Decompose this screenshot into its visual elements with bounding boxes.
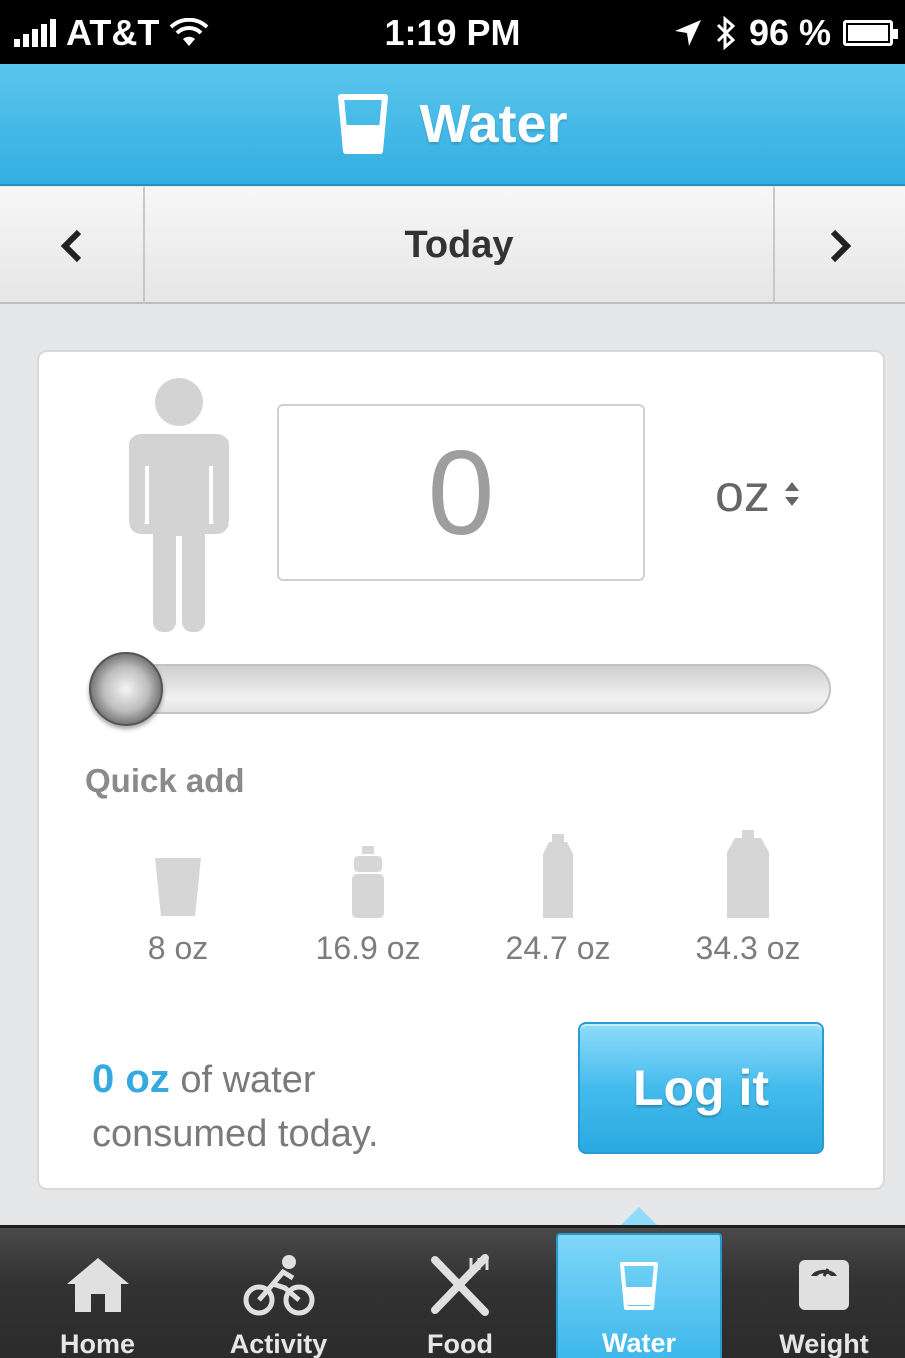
battery-percent: 96 %	[748, 12, 831, 53]
unit-selector[interactable]: oz	[715, 464, 802, 524]
sport-bottle-icon	[352, 846, 384, 918]
status-bar: AT&T 1:19 PM 96 %	[0, 0, 905, 64]
page-title: Water	[419, 94, 568, 154]
water-glass-icon	[338, 94, 389, 154]
cup-icon	[155, 858, 201, 916]
tab-bar: Home Activity Food Water Weight	[0, 1225, 905, 1358]
quick-add-16-9oz[interactable]: 16.9 oz	[273, 830, 463, 970]
next-day-button[interactable]	[773, 187, 905, 304]
consumed-text-2: consumed today.	[92, 1113, 379, 1155]
location-arrow-icon	[674, 20, 701, 46]
home-icon	[66, 1258, 129, 1312]
quick-add-label: Quick add	[85, 762, 245, 799]
water-glass-icon	[620, 1261, 658, 1310]
quick-add-24-7oz[interactable]: 24.7 oz	[463, 830, 653, 970]
unit-label: oz	[715, 465, 770, 523]
header: Water	[0, 64, 905, 186]
quick-add-34-3oz[interactable]: 34.3 oz	[653, 830, 843, 970]
tab-activity[interactable]: Activity	[196, 1233, 361, 1358]
log-it-button[interactable]: Log it	[578, 1022, 824, 1154]
tab-water[interactable]: Water	[556, 1233, 722, 1358]
tab-home[interactable]: Home	[20, 1233, 175, 1358]
date-label: Today	[404, 224, 514, 266]
scale-icon	[799, 1260, 849, 1310]
chevron-left-icon	[60, 229, 81, 262]
bottle-icon	[543, 834, 573, 918]
quick-add-8oz[interactable]: 8 oz	[83, 830, 273, 970]
amount-slider[interactable]	[89, 652, 831, 726]
previous-day-button[interactable]	[0, 187, 145, 304]
quick-add-list: 8 oz 16.9 oz 24.7 oz 34.3 oz	[83, 830, 843, 970]
amount-input[interactable]: 0	[277, 404, 645, 581]
fork-knife-icon	[431, 1254, 489, 1316]
consumed-text-1: of water	[180, 1059, 316, 1101]
consumed-summary: 0 oz of water consumed today.	[92, 1052, 512, 1161]
slider-knob[interactable]	[89, 652, 163, 726]
consumed-amount: 0 oz	[92, 1057, 170, 1101]
bluetooth-icon	[716, 16, 736, 50]
water-entry-card: 0 oz Quick add 8 oz 16.9 oz 24.7 oz 34.3…	[37, 350, 885, 1190]
cyclist-icon	[243, 1255, 314, 1316]
battery-icon	[843, 20, 898, 46]
large-bottle-icon	[727, 830, 769, 918]
date-navigation: Today	[0, 187, 905, 304]
slider-track[interactable]	[119, 664, 831, 714]
tab-food[interactable]: Food	[380, 1233, 540, 1358]
up-down-arrow-icon	[784, 482, 799, 506]
person-icon	[129, 378, 229, 632]
chevron-right-icon	[830, 229, 852, 262]
active-tab-pointer	[619, 1207, 659, 1227]
tab-weight[interactable]: Weight	[744, 1233, 904, 1358]
